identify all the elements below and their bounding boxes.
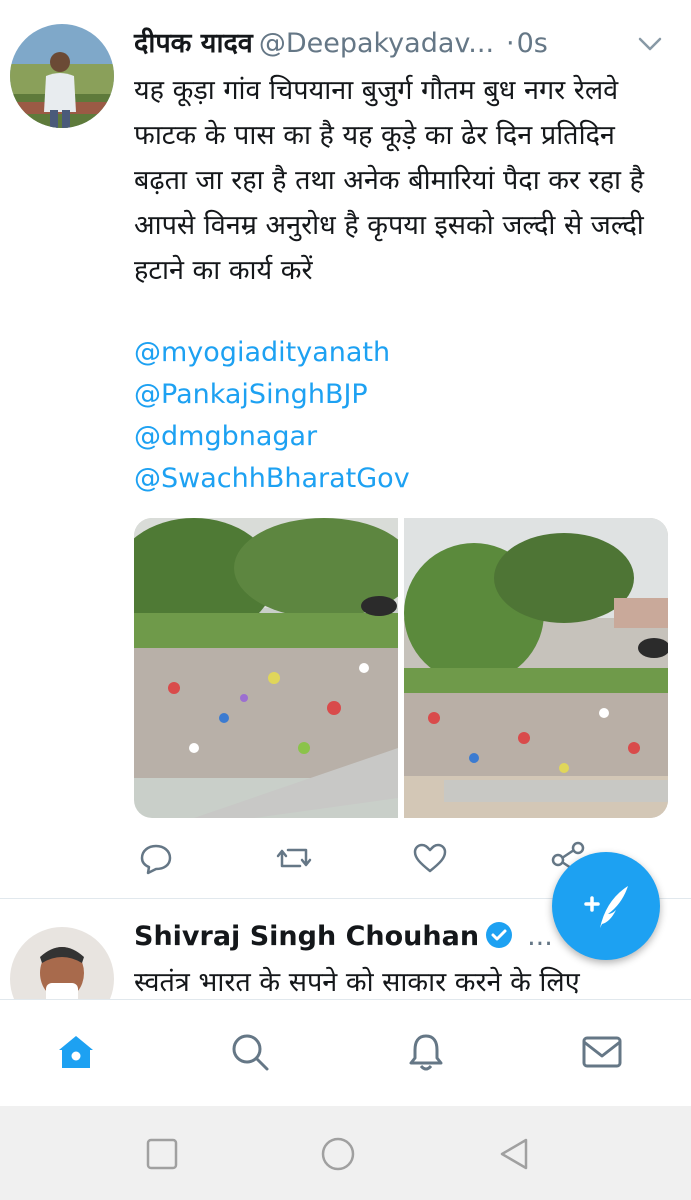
tweet-text: यह कूड़ा गांव चिपयाना बुजुर्ग गौतम बुध न… <box>134 75 644 286</box>
recent-apps-icon[interactable] <box>144 1136 180 1172</box>
mention-link[interactable]: @myogiadityanath <box>134 332 410 374</box>
notifications-icon[interactable] <box>404 1030 448 1074</box>
tweet-header: दीपक यादव @Deepakyadav... ·0s <box>134 24 674 64</box>
compose-tweet-button[interactable] <box>552 852 660 960</box>
tweet-text: स्वतंत्र भारत के सपने को साकार करने के ल… <box>134 967 580 998</box>
tweet-photo-2[interactable] <box>404 518 668 818</box>
author-avatar[interactable] <box>10 927 114 999</box>
author-avatar[interactable] <box>10 24 114 128</box>
tweet-media <box>134 518 668 818</box>
back-icon[interactable] <box>496 1136 532 1172</box>
compose-tweet-icon <box>584 886 628 928</box>
tweet-mentions: @myogiadityanath @PankajSinghBJP @dmgbna… <box>134 332 410 500</box>
like-icon[interactable] <box>410 838 450 878</box>
reply-icon[interactable] <box>136 838 176 878</box>
tweet-time: 0s <box>516 28 548 59</box>
messages-icon[interactable] <box>580 1030 624 1074</box>
tweet-photo-1[interactable] <box>134 518 398 818</box>
search-icon[interactable] <box>228 1030 272 1074</box>
home-icon[interactable] <box>54 1030 98 1074</box>
bottom-tab-bar <box>0 999 691 1105</box>
mention-link[interactable]: @dmgbnagar <box>134 416 410 458</box>
separator-dot: · <box>506 28 515 59</box>
author-name[interactable]: Shivraj Singh Chouhan <box>134 921 479 952</box>
more-ellipsis: ... <box>527 921 553 952</box>
author-handle[interactable]: @Deepakyadav... <box>259 28 494 59</box>
home-nav-icon[interactable] <box>320 1136 356 1172</box>
mention-link[interactable]: @SwachhBharatGov <box>134 458 410 500</box>
tweet-menu-chevron-icon[interactable] <box>636 32 664 56</box>
author-name[interactable]: दीपक यादव <box>134 28 253 59</box>
retweet-icon[interactable] <box>274 838 314 878</box>
system-navigation-bar <box>0 1106 691 1200</box>
mention-link[interactable]: @PankajSinghBJP <box>134 374 410 416</box>
tweet-header: Shivraj Singh Chouhan... <box>134 917 553 961</box>
verified-badge-icon <box>485 921 513 961</box>
